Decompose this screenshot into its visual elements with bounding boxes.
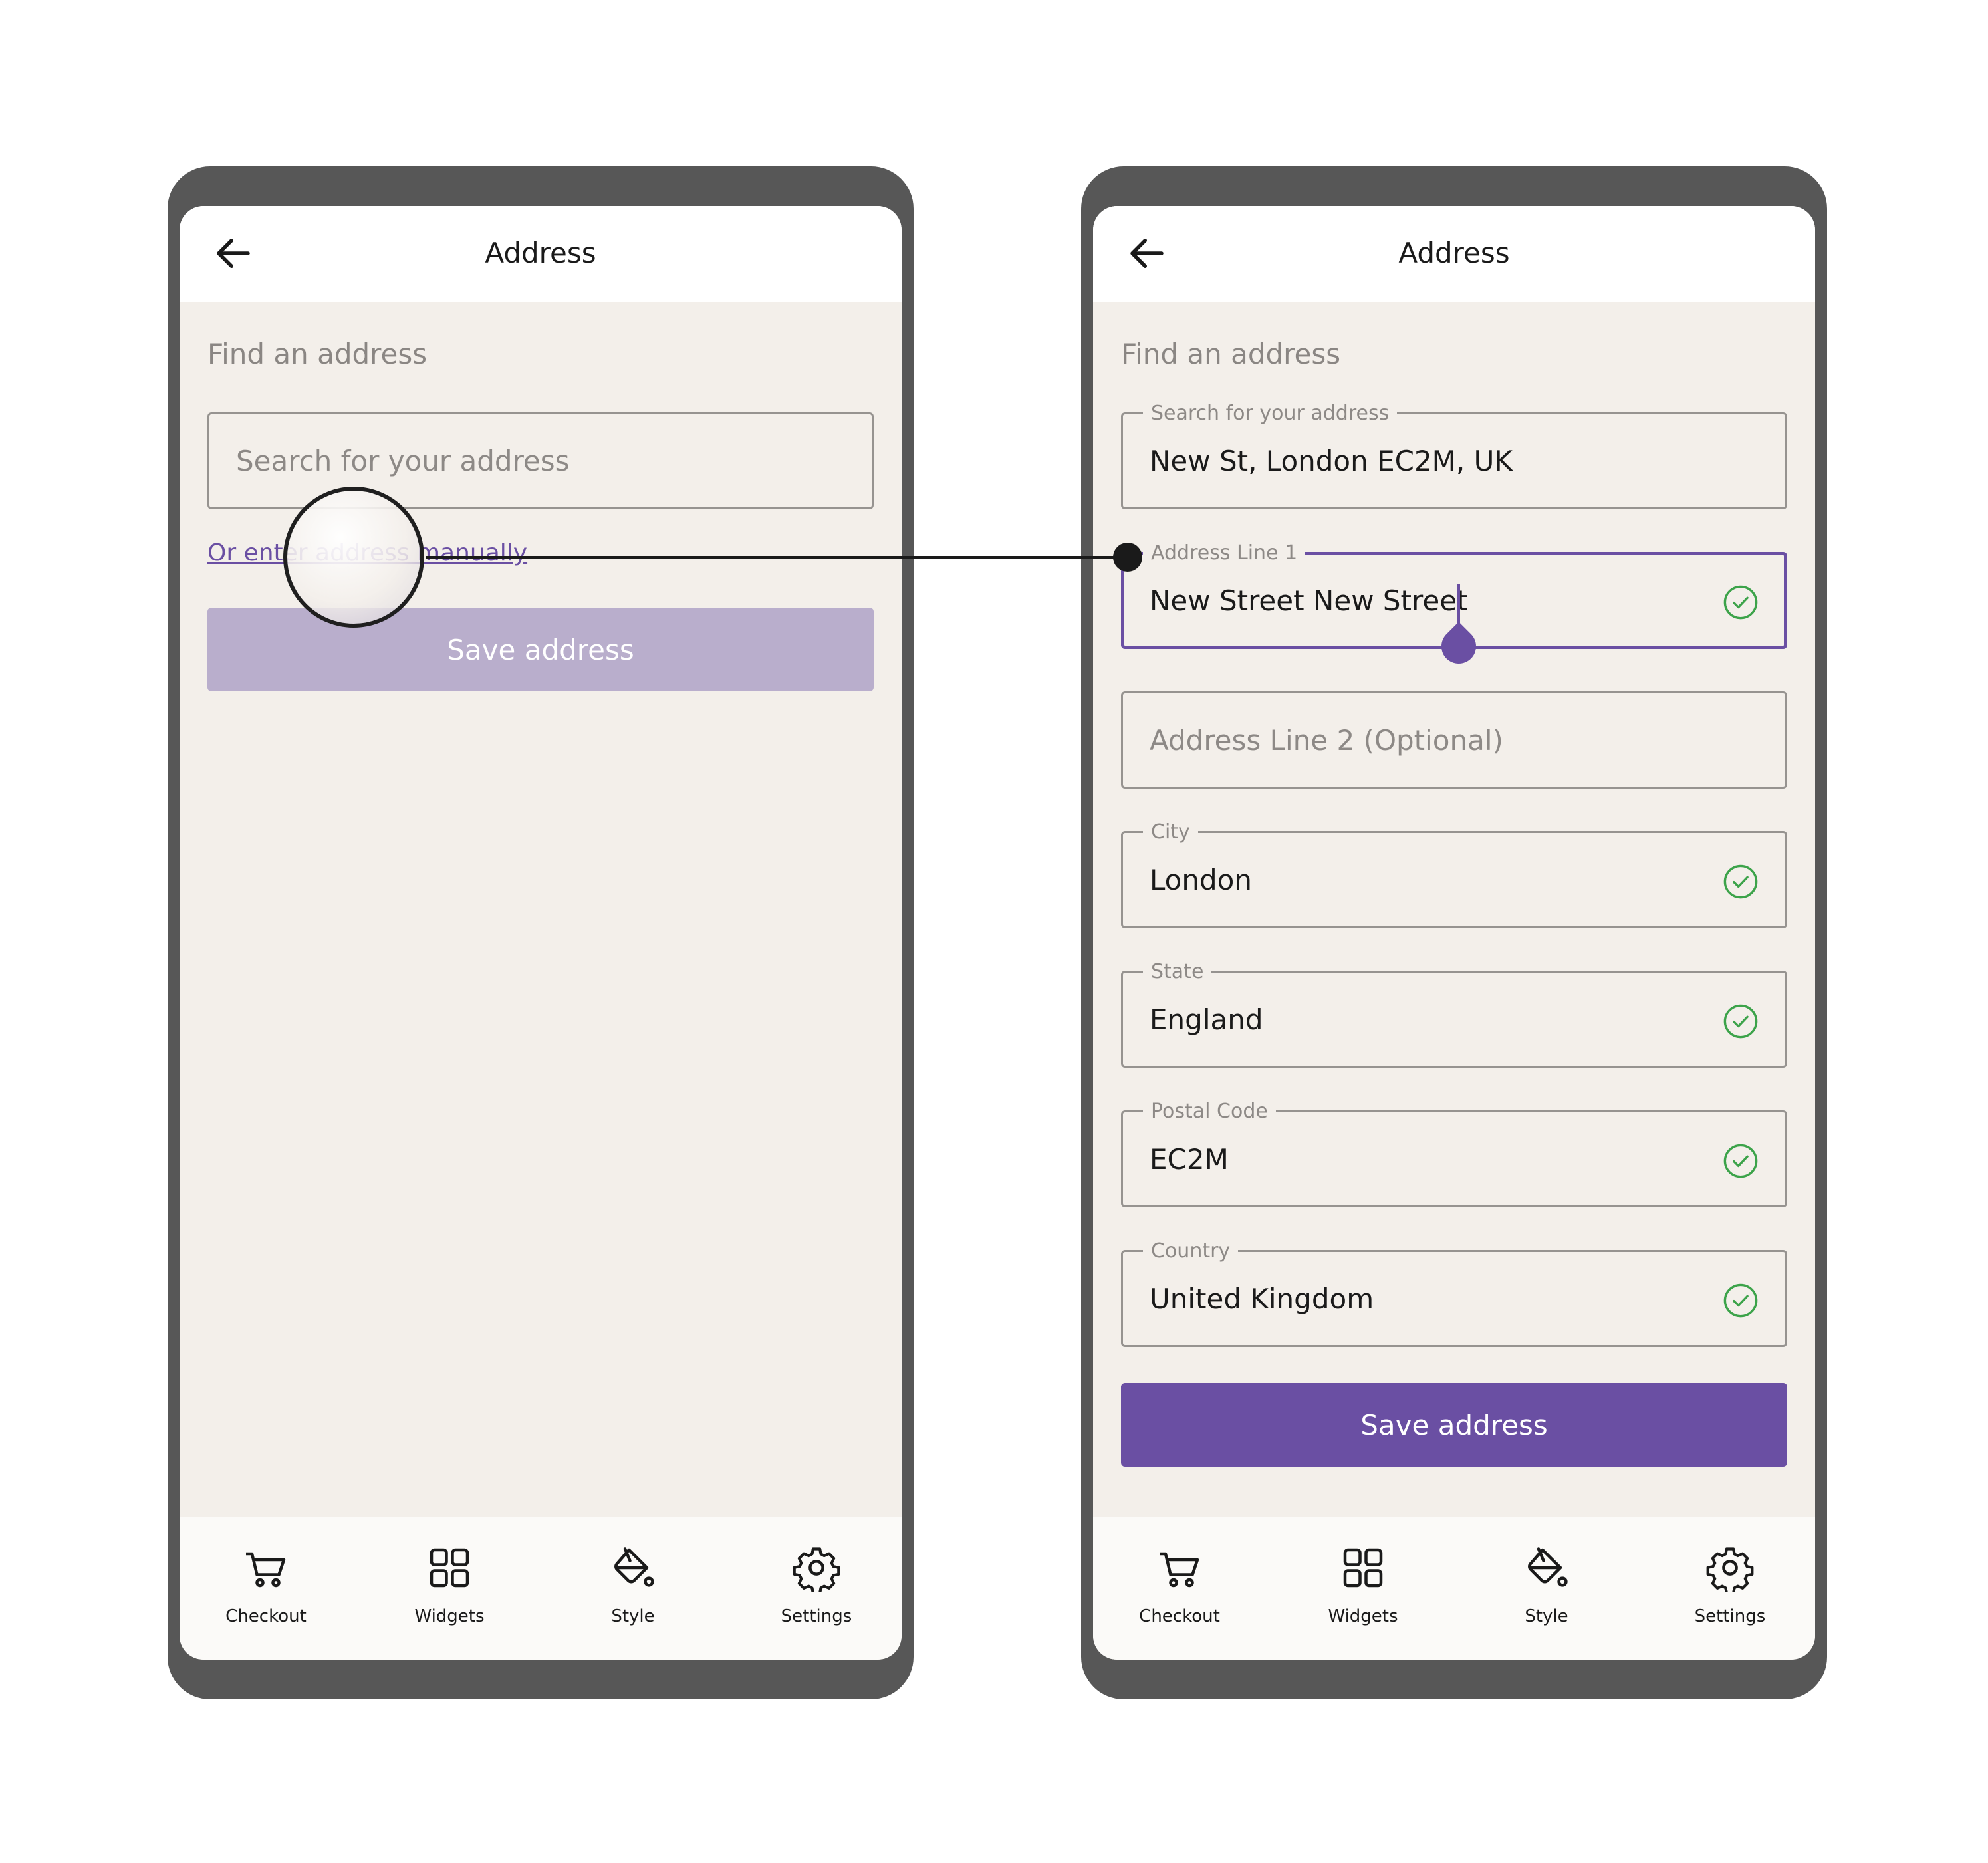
nav-item-settings[interactable]: Settings — [743, 1544, 890, 1626]
state-value: England — [1150, 1003, 1263, 1036]
nav-item-widgets[interactable]: Widgets — [376, 1544, 523, 1626]
search-address-label: Search for your address — [1143, 402, 1398, 425]
check-circle-icon — [1723, 1004, 1758, 1039]
search-address-input[interactable]: Search for your address — [207, 412, 874, 509]
paint-bucket-icon — [1528, 1547, 1568, 1587]
top-bar: Address — [1093, 206, 1815, 302]
country-label: Country — [1143, 1240, 1239, 1263]
postal-code-value: EC2M — [1150, 1143, 1229, 1176]
country-input[interactable]: Country United Kingdom — [1121, 1240, 1787, 1347]
phone-frame-right: Address Find an address Search for your … — [1081, 166, 1827, 1699]
screen-right: Address Find an address Search for your … — [1093, 206, 1815, 1660]
nav-item-checkout[interactable]: Checkout — [1106, 1544, 1253, 1626]
paint-bucket-icon — [614, 1547, 654, 1587]
save-address-button[interactable]: Save address — [207, 608, 874, 691]
flow-connector-line — [426, 556, 1130, 559]
page-title: Address — [485, 237, 596, 269]
postal-code-label: Postal Code — [1143, 1100, 1276, 1123]
country-value: United Kingdom — [1150, 1283, 1374, 1315]
nav-label-settings: Settings — [1694, 1606, 1766, 1626]
nav-item-widgets[interactable]: Widgets — [1290, 1544, 1436, 1626]
nav-item-style[interactable]: Style — [560, 1544, 706, 1626]
state-label: State — [1143, 961, 1212, 983]
nav-label-style: Style — [611, 1606, 655, 1626]
page-title: Address — [1398, 237, 1510, 269]
nav-label-style: Style — [1525, 1606, 1568, 1626]
save-address-button[interactable]: Save address — [1121, 1383, 1787, 1467]
screen-left: Address Find an address Search for your … — [180, 206, 902, 1660]
nav-item-settings[interactable]: Settings — [1657, 1544, 1803, 1626]
gear-icon — [1706, 1547, 1754, 1592]
nav-label-widgets: Widgets — [1328, 1606, 1398, 1626]
search-address-value: New St, London EC2M, UK — [1150, 445, 1513, 477]
nav-item-style[interactable]: Style — [1473, 1544, 1620, 1626]
city-input[interactable]: City London — [1121, 821, 1787, 928]
postal-code-input[interactable]: Postal Code EC2M — [1121, 1100, 1787, 1207]
bottom-nav: Checkout Widgets Style Settings — [1093, 1517, 1815, 1660]
section-title: Find an address — [207, 338, 428, 370]
nav-item-checkout[interactable]: Checkout — [193, 1544, 339, 1626]
cart-icon — [1160, 1552, 1199, 1588]
flow-connector-dot — [1113, 543, 1142, 572]
section-title: Find an address — [1121, 338, 1341, 370]
nav-label-checkout: Checkout — [225, 1606, 307, 1626]
text-caret — [1457, 584, 1460, 625]
phone-frame-left: Address Find an address Search for your … — [168, 166, 914, 1699]
cart-icon — [246, 1552, 286, 1588]
gear-icon — [793, 1547, 840, 1592]
check-circle-icon — [1723, 864, 1758, 899]
state-input[interactable]: State England — [1121, 961, 1787, 1068]
address-line-1-value: New Street New Street — [1150, 584, 1468, 617]
check-circle-icon — [1723, 585, 1758, 620]
city-value: London — [1150, 864, 1252, 896]
check-circle-icon — [1723, 1283, 1758, 1318]
nav-label-widgets: Widgets — [414, 1606, 485, 1626]
top-bar: Address — [180, 206, 902, 302]
nav-label-checkout: Checkout — [1139, 1606, 1220, 1626]
grid-icon — [1343, 1548, 1383, 1588]
address-line-2-input[interactable]: Address Line 2 (Optional) — [1121, 691, 1787, 789]
bottom-nav: Checkout Widgets Style Settings — [180, 1517, 902, 1660]
check-circle-icon — [1723, 1144, 1758, 1178]
city-label: City — [1143, 821, 1198, 844]
grid-icon — [430, 1548, 469, 1588]
search-address-placeholder: Search for your address — [236, 445, 570, 477]
address-line-1-label: Address Line 1 — [1143, 542, 1306, 564]
tap-highlight-circle — [283, 487, 424, 628]
search-address-input[interactable]: Search for your address New St, London E… — [1121, 402, 1787, 509]
address-line-2-placeholder: Address Line 2 (Optional) — [1150, 724, 1503, 757]
nav-label-settings: Settings — [781, 1606, 852, 1626]
